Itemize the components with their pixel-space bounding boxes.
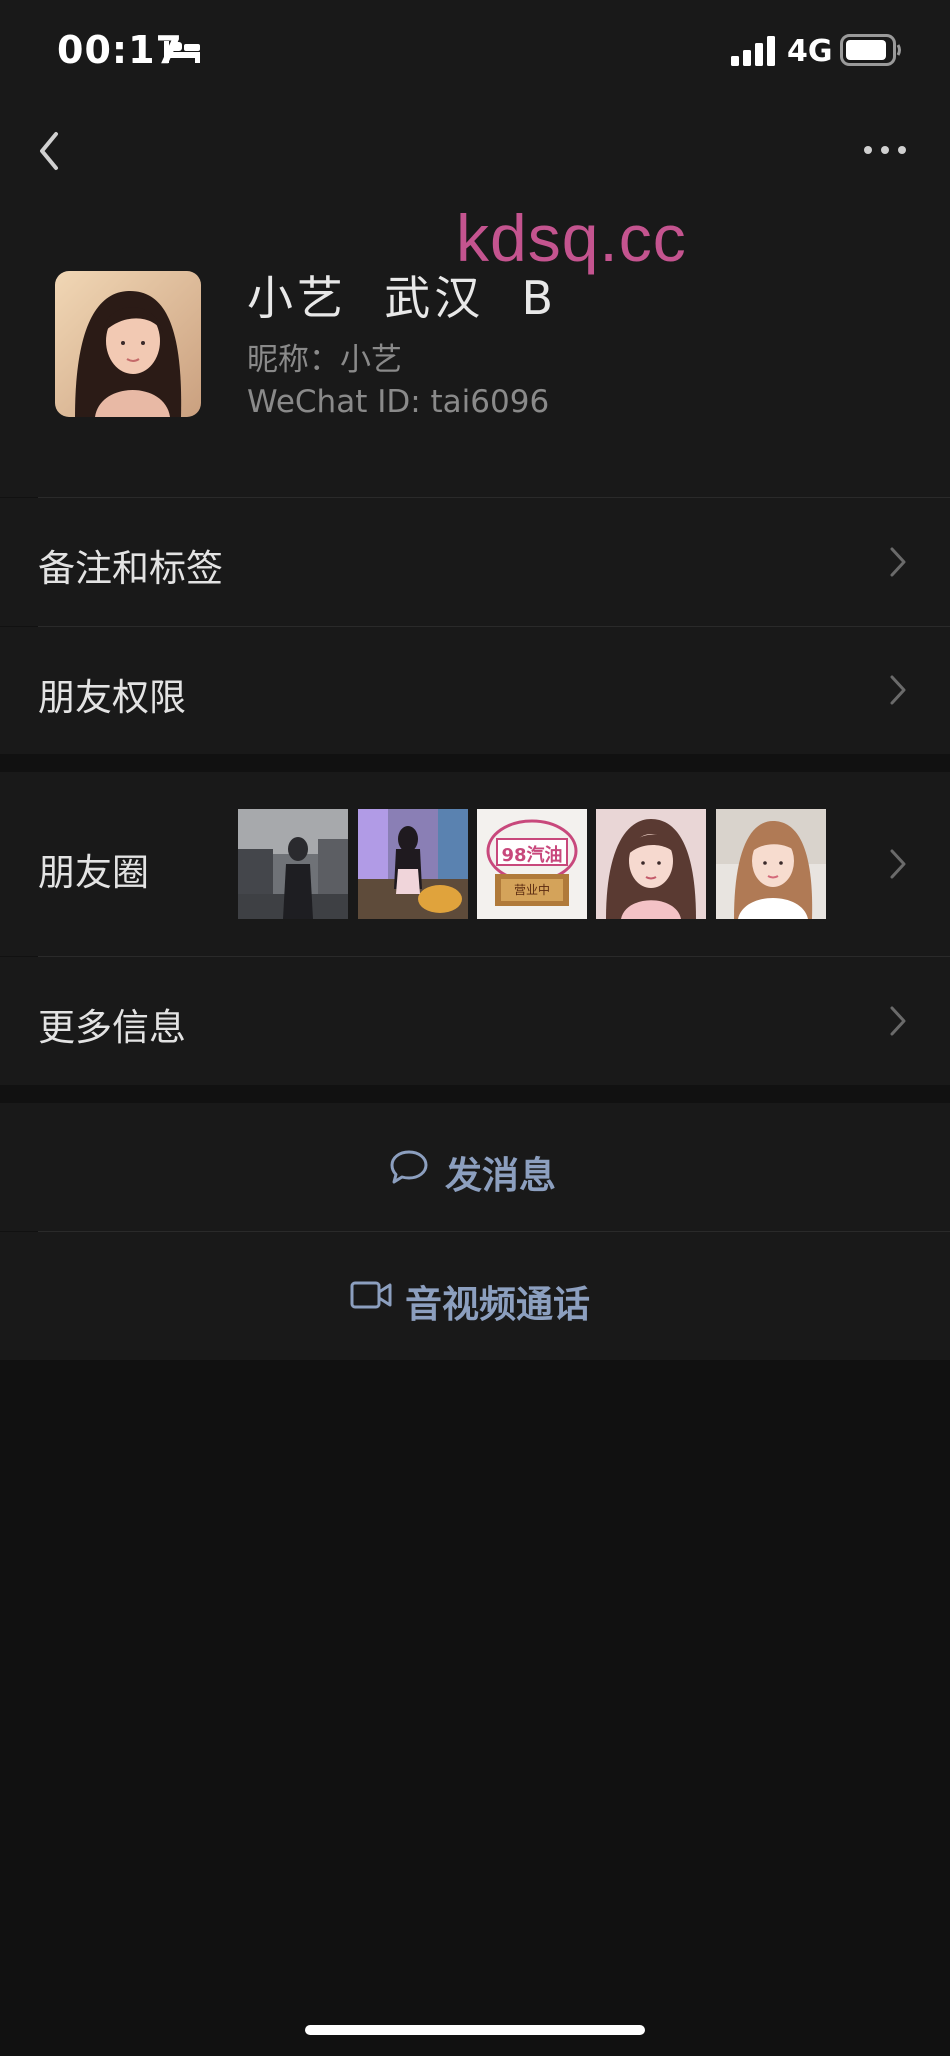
battery-icon [840,34,901,66]
friend-permissions-row[interactable]: 朋友权限 [0,627,950,754]
notes-and-tags-label: 备注和标签 [38,547,223,590]
bed-icon [164,41,200,63]
wechat-id: WeChat ID: tai6096 [247,384,550,420]
more-info-row[interactable]: 更多信息 [0,957,950,1085]
chevron-right-icon [890,849,906,879]
display-name: 小艺 武汉 B [247,271,558,325]
chevron-right-icon [890,675,906,705]
chevron-right-icon [890,1006,906,1036]
network-type: 4G [787,34,833,69]
photo-street-image [238,809,348,919]
send-message-label: 发消息 [445,1154,556,1197]
status-bar: 00:17 4G [0,0,950,105]
moments-thumbnail[interactable] [238,809,348,919]
avatar[interactable] [55,271,201,417]
nickname: 昵称：小艺 [247,342,402,378]
more-options-button[interactable] [860,135,910,165]
notes-and-tags-row[interactable]: 备注和标签 [0,498,950,626]
moments-thumbnail[interactable] [358,809,468,919]
moments-thumbnail[interactable] [716,809,826,919]
avatar-image [55,271,201,417]
send-message-button[interactable]: 发消息 [0,1103,950,1231]
cellular-signal-icon [731,36,775,66]
photo-room-image [358,809,468,919]
moments-label: 朋友圈 [38,851,149,894]
video-camera-icon [350,1281,392,1309]
video-call-button[interactable]: 音视频通话 [0,1232,950,1360]
more-info-label: 更多信息 [38,1006,186,1049]
sign-text: 98汽油 [501,845,563,866]
home-indicator[interactable] [305,2025,645,2035]
chevron-right-icon [890,547,906,577]
moments-thumbnail[interactable] [596,809,706,919]
video-call-label: 音视频通话 [405,1283,590,1326]
message-bubble-icon [390,1150,428,1184]
photo-portrait-1-image [596,809,706,919]
friend-permissions-label: 朋友权限 [38,676,186,719]
sign-subtext: 营业中 [513,883,550,897]
back-button[interactable] [30,126,70,176]
photo-portrait-2-image [716,809,826,919]
moments-thumbnail[interactable]: 98汽油 营业中 [477,809,587,919]
